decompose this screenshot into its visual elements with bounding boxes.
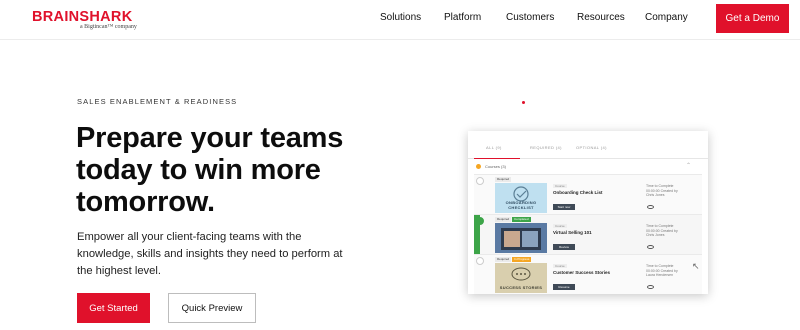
course-title: Customer Success Stories (553, 270, 611, 275)
nav-resources[interactable]: Resources (577, 12, 625, 23)
group-status-dot (476, 164, 481, 169)
mock-course-row: Required ONBOARDING CHECKLIST Course Onb… (474, 174, 702, 214)
nav-solutions[interactable]: Solutions (380, 12, 421, 23)
course-thumbnail (495, 223, 547, 253)
chevron-up-icon: ⌃ (686, 163, 692, 169)
nav-company[interactable]: Company (645, 12, 688, 23)
quick-preview-button[interactable]: Quick Preview (168, 293, 256, 323)
mouse-cursor-icon: ↖ (692, 261, 700, 271)
site-header: BRAINSHARK a Bigtincan™ company Solution… (0, 0, 800, 40)
course-checkbox (476, 177, 484, 185)
hero-eyebrow: SALES ENABLEMENT & READINESS (77, 97, 238, 106)
mock-tab-required: REQUIRED (4) (530, 145, 562, 150)
course-tag: Required (495, 257, 512, 262)
course-action: Review (553, 244, 575, 250)
eye-icon (647, 285, 654, 289)
brainshark-logo[interactable]: BRAINSHARK a Bigtincan™ company (32, 9, 144, 33)
course-checkbox (476, 257, 484, 265)
product-screenshot: ALL (9) REQUIRED (4) OPTIONAL (4) Course… (468, 131, 708, 294)
hero-subcopy: Empower all your client-facing teams wit… (77, 231, 343, 277)
course-tag: Required (495, 217, 512, 222)
course-tag-in-progress: In Progress (512, 257, 532, 262)
eye-icon (647, 205, 654, 209)
course-kind: Course (553, 184, 567, 188)
mock-course-row: Required In Progress SUCCESS STORIES Cou… (474, 254, 702, 294)
mock-course-row: Required Completed Course Virtual Sellin… (474, 214, 702, 255)
course-kind: Course (553, 264, 567, 268)
group-label: Courses (3) (485, 164, 506, 169)
nav-platform[interactable]: Platform (444, 12, 481, 23)
chat-bubble-icon (511, 267, 531, 281)
course-kind: Course (553, 224, 567, 228)
course-action: Resume (553, 284, 575, 290)
course-thumbnail: SUCCESS STORIES (495, 263, 547, 293)
mock-tab-all: ALL (9) (486, 145, 502, 150)
course-checkbox (476, 217, 484, 225)
course-thumbnail: ONBOARDING CHECKLIST (495, 183, 547, 213)
course-title: Onboarding Check List (553, 190, 603, 195)
course-meta: Time to Complete 00:00:00 Created by Chr… (646, 184, 678, 197)
video-call-image (501, 228, 541, 250)
hero-headline: Prepare your teams today to win more tom… (76, 122, 344, 218)
nav-customers[interactable]: Customers (506, 12, 554, 23)
mock-course-group: Courses (3) ⌃ (474, 162, 702, 172)
mock-tab-optional: OPTIONAL (4) (576, 145, 607, 150)
thumbnail-caption: SUCCESS STORIES (499, 285, 543, 290)
course-action: Start now (553, 204, 575, 210)
thumbnail-caption: ONBOARDING CHECKLIST (505, 200, 537, 210)
course-meta: Time to Complete 00:00:00 Created by Lau… (646, 264, 678, 277)
course-tag: Required (495, 177, 512, 182)
course-tag-completed: Completed (512, 217, 531, 222)
mock-tab-active-indicator (474, 158, 520, 159)
mock-tab-bar: ALL (9) REQUIRED (4) OPTIONAL (4) (468, 131, 708, 159)
eye-icon (647, 245, 654, 249)
get-a-demo-button[interactable]: Get a Demo (716, 4, 789, 33)
course-meta: Time to Complete 00:00:00 Created by Chr… (646, 224, 678, 237)
get-started-button[interactable]: Get Started (77, 293, 150, 323)
course-title: Virtual Selling 101 (553, 230, 592, 235)
logo-wordmark: BRAINSHARK (32, 9, 133, 25)
logo-tagline: a Bigtincan™ company (80, 24, 137, 30)
decorative-dot (522, 101, 525, 104)
